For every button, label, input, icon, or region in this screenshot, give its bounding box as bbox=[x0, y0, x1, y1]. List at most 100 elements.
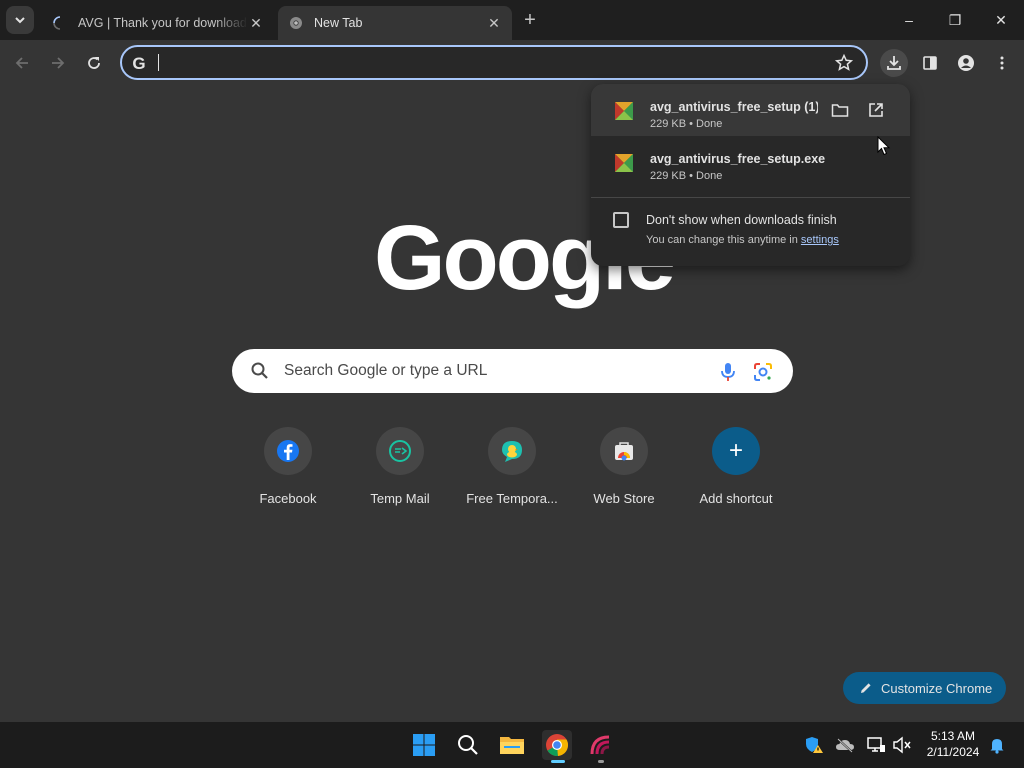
download-item[interactable]: avg_antivirus_free_setup.exe 229 KB • Do… bbox=[591, 136, 910, 188]
chrome-taskbar-button[interactable] bbox=[542, 730, 572, 760]
forward-button[interactable] bbox=[44, 49, 72, 77]
windows-logo-icon bbox=[413, 734, 435, 756]
reload-button[interactable] bbox=[80, 49, 108, 77]
network-tray-icon[interactable] bbox=[865, 734, 887, 756]
network-monitor-icon bbox=[867, 737, 885, 752]
start-button[interactable] bbox=[409, 730, 439, 760]
app-swirl-icon bbox=[590, 735, 610, 755]
close-window-button[interactable]: ✕ bbox=[978, 0, 1024, 40]
search-icon bbox=[251, 362, 268, 379]
cloud-offline-icon bbox=[836, 738, 854, 753]
settings-hint: You can change this anytime in settings bbox=[646, 234, 839, 246]
shortcut-tile bbox=[376, 427, 424, 475]
chrome-icon bbox=[546, 734, 569, 757]
show-in-folder-button[interactable] bbox=[829, 99, 851, 121]
customize-chrome-button[interactable]: Customize Chrome bbox=[843, 672, 1006, 704]
pencil-icon bbox=[861, 683, 871, 693]
svg-text:G: G bbox=[132, 54, 145, 72]
taskbar-search-button[interactable] bbox=[453, 730, 483, 760]
shortcut-facebook[interactable]: Facebook bbox=[232, 424, 344, 520]
duck-icon bbox=[502, 441, 522, 462]
side-panel-button[interactable] bbox=[916, 49, 944, 77]
download-file-meta: 229 KB • Done bbox=[650, 170, 723, 182]
file-explorer-button[interactable] bbox=[497, 730, 527, 760]
profile-button[interactable] bbox=[952, 49, 980, 77]
back-button[interactable] bbox=[8, 49, 36, 77]
checkbox-label: Don't show when downloads finish bbox=[646, 213, 837, 227]
security-tray-icon[interactable] bbox=[803, 734, 825, 756]
notifications-button[interactable] bbox=[986, 734, 1008, 756]
shortcut-label: Web Store bbox=[593, 491, 655, 506]
downloads-button[interactable] bbox=[880, 49, 908, 77]
open-file-button[interactable] bbox=[865, 99, 887, 121]
reload-icon bbox=[88, 57, 100, 69]
tab-avg[interactable]: AVG | Thank you for downloading ✕ bbox=[42, 6, 274, 40]
new-tab-button[interactable]: + bbox=[518, 8, 542, 32]
avg-file-icon bbox=[615, 102, 633, 120]
avg-file-icon bbox=[615, 154, 633, 172]
clock-time: 5:13 AM bbox=[930, 729, 976, 743]
chrome-icon bbox=[288, 15, 304, 31]
dont-show-checkbox[interactable] bbox=[613, 212, 629, 228]
tab-title: AVG | Thank you for downloading bbox=[78, 16, 248, 30]
shortcut-temp-mail[interactable]: Temp Mail bbox=[344, 424, 456, 520]
tab-close-button[interactable]: ✕ bbox=[486, 15, 502, 31]
shortcut-label: Temp Mail bbox=[370, 491, 430, 506]
arrow-right-icon bbox=[52, 57, 65, 69]
download-file-name: avg_antivirus_free_setup.exe bbox=[650, 152, 826, 166]
minimize-button[interactable]: – bbox=[886, 0, 932, 40]
plus-icon: + bbox=[712, 427, 760, 475]
shortcut-label: Free Tempora... bbox=[466, 491, 558, 506]
volume-tray-icon[interactable] bbox=[891, 734, 913, 756]
side-panel-icon bbox=[923, 56, 937, 70]
restore-button[interactable]: ❐ bbox=[932, 0, 978, 40]
shortcut-web-store[interactable]: Web Store bbox=[568, 424, 680, 520]
onedrive-tray-icon[interactable] bbox=[834, 734, 856, 756]
tab-title: New Tab bbox=[314, 16, 363, 30]
divider bbox=[591, 197, 910, 198]
arrow-left-icon bbox=[15, 57, 28, 69]
open-external-icon bbox=[869, 103, 883, 117]
bookmark-star-icon[interactable] bbox=[834, 53, 854, 73]
tab-new-tab[interactable]: New Tab ✕ bbox=[278, 6, 512, 40]
address-bar[interactable]: G bbox=[120, 45, 868, 80]
facebook-icon bbox=[277, 440, 299, 462]
tab-strip: AVG | Thank you for downloading ✕ New Ta… bbox=[0, 0, 1024, 40]
chrome-menu-button[interactable] bbox=[988, 49, 1016, 77]
google-search-box[interactable]: Search Google or type a URL bbox=[232, 349, 793, 393]
shortcut-tile bbox=[600, 427, 648, 475]
app-taskbar-button[interactable] bbox=[586, 730, 616, 760]
shield-warning-icon bbox=[806, 737, 823, 753]
voice-search-icon[interactable] bbox=[718, 361, 738, 383]
running-app-indicator bbox=[598, 760, 604, 763]
customize-label: Customize Chrome bbox=[881, 680, 993, 696]
folder-icon bbox=[831, 104, 849, 117]
search-icon bbox=[458, 735, 478, 755]
toolbar: G bbox=[0, 40, 1024, 86]
chevron-down-icon bbox=[15, 17, 25, 24]
text-caret bbox=[158, 54, 159, 71]
download-file-meta: 229 KB • Done bbox=[650, 118, 723, 130]
shortcut-label: Add shortcut bbox=[699, 491, 773, 506]
tab-close-button[interactable]: ✕ bbox=[248, 15, 264, 31]
speaker-muted-icon bbox=[893, 736, 911, 754]
downloads-bubble: avg_antivirus_free_setup (1).exe 229 KB … bbox=[591, 84, 910, 266]
tab-search-button[interactable] bbox=[6, 6, 34, 34]
system-clock[interactable]: 5:13 AM 2/11/2024 bbox=[920, 728, 986, 760]
kebab-menu-icon bbox=[1000, 56, 1004, 70]
bell-icon bbox=[990, 739, 1004, 754]
shortcut-free-temporary[interactable]: Free Tempora... bbox=[456, 424, 568, 520]
shortcut-tile bbox=[488, 427, 536, 475]
google-lens-icon[interactable] bbox=[752, 361, 774, 383]
download-file-name: avg_antivirus_free_setup (1).exe bbox=[650, 100, 818, 114]
profile-avatar-icon bbox=[958, 55, 974, 71]
windows-taskbar: 5:13 AM 2/11/2024 bbox=[0, 722, 1024, 768]
mouse-cursor-icon bbox=[877, 136, 891, 156]
settings-link[interactable]: settings bbox=[801, 234, 839, 246]
download-item[interactable]: avg_antivirus_free_setup (1).exe 229 KB … bbox=[591, 84, 910, 136]
shortcut-add[interactable]: + Add shortcut bbox=[680, 424, 792, 520]
folder-icon bbox=[500, 737, 524, 754]
hint-text: You can change this anytime in bbox=[646, 234, 801, 246]
temp-mail-icon bbox=[389, 440, 411, 462]
active-app-indicator bbox=[551, 760, 565, 763]
